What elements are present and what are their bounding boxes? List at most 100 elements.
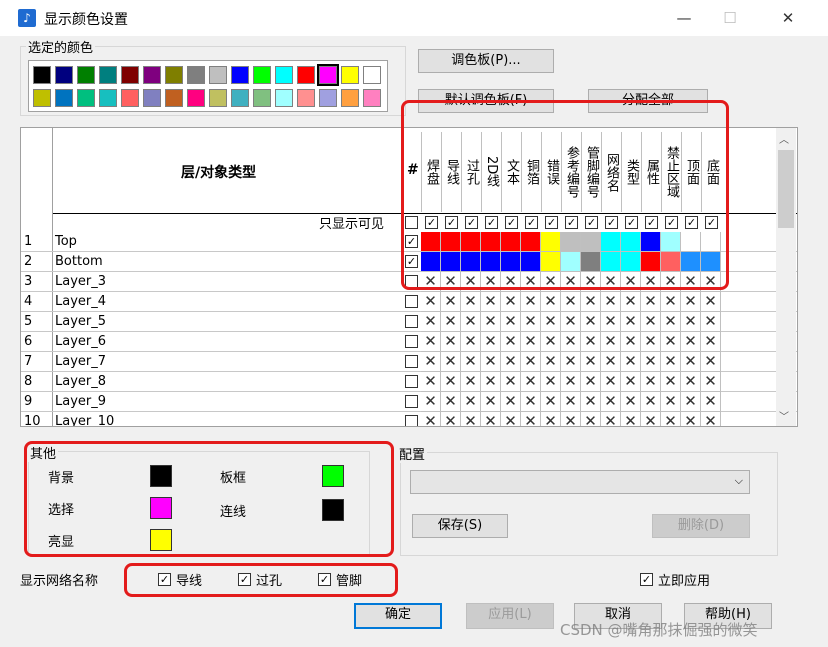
palette-button[interactable]: 调色板(P)...: [418, 49, 554, 73]
color-swatch[interactable]: [363, 89, 381, 107]
color-swatch[interactable]: [33, 89, 51, 107]
color-cell[interactable]: ✕: [601, 332, 621, 352]
color-cell[interactable]: ✕: [661, 332, 681, 352]
color-cell[interactable]: ✕: [621, 412, 641, 426]
color-swatch[interactable]: [77, 89, 95, 107]
color-cell[interactable]: ✕: [421, 372, 441, 392]
color-cell[interactable]: ✕: [621, 352, 641, 372]
maximize-button[interactable]: ☐: [710, 6, 750, 30]
color-cell[interactable]: ✕: [581, 312, 601, 332]
color-swatch[interactable]: [121, 66, 139, 84]
color-swatch[interactable]: [99, 66, 117, 84]
color-cell[interactable]: ✕: [661, 372, 681, 392]
apply-button[interactable]: 应用(L): [466, 603, 554, 629]
color-cell[interactable]: ✕: [701, 352, 721, 372]
color-cell[interactable]: ✕: [681, 392, 701, 412]
color-cell[interactable]: ✕: [441, 292, 461, 312]
color-cell[interactable]: ✕: [621, 392, 641, 412]
close-button[interactable]: ✕: [768, 6, 808, 30]
color-cell[interactable]: ✕: [701, 292, 721, 312]
scroll-thumb[interactable]: [778, 150, 794, 228]
color-swatch[interactable]: [209, 89, 227, 107]
color-swatch[interactable]: [165, 89, 183, 107]
color-cell[interactable]: ✕: [501, 392, 521, 412]
color-cell[interactable]: ✕: [521, 392, 541, 412]
color-cell[interactable]: ✕: [421, 312, 441, 332]
color-swatch[interactable]: [55, 89, 73, 107]
layer-visible-checkbox[interactable]: [405, 315, 418, 328]
color-cell[interactable]: ✕: [541, 412, 561, 426]
color-cell[interactable]: ✕: [621, 292, 641, 312]
color-swatch[interactable]: [77, 66, 95, 84]
color-cell[interactable]: ✕: [441, 392, 461, 412]
color-cell[interactable]: ✕: [481, 412, 501, 426]
color-swatch[interactable]: [319, 89, 337, 107]
color-cell[interactable]: ✕: [481, 292, 501, 312]
color-cell[interactable]: ✕: [501, 352, 521, 372]
color-cell[interactable]: ✕: [601, 292, 621, 312]
color-cell[interactable]: ✕: [461, 412, 481, 426]
color-swatch[interactable]: [187, 66, 205, 84]
color-cell[interactable]: ✕: [561, 292, 581, 312]
color-swatch[interactable]: [55, 66, 73, 84]
color-cell[interactable]: ✕: [541, 332, 561, 352]
color-cell[interactable]: ✕: [601, 412, 621, 426]
color-cell[interactable]: ✕: [681, 352, 701, 372]
color-swatch[interactable]: [231, 66, 249, 84]
color-cell[interactable]: ✕: [481, 332, 501, 352]
color-swatch[interactable]: [165, 66, 183, 84]
layer-visible-checkbox[interactable]: [405, 395, 418, 408]
color-cell[interactable]: ✕: [541, 312, 561, 332]
color-swatch[interactable]: [253, 89, 271, 107]
color-cell[interactable]: ✕: [701, 332, 721, 352]
color-cell[interactable]: ✕: [501, 312, 521, 332]
color-cell[interactable]: ✕: [681, 332, 701, 352]
color-cell[interactable]: ✕: [641, 332, 661, 352]
color-swatch[interactable]: [363, 66, 381, 84]
color-cell[interactable]: ✕: [581, 412, 601, 426]
color-cell[interactable]: ✕: [541, 292, 561, 312]
color-cell[interactable]: ✕: [461, 352, 481, 372]
color-cell[interactable]: ✕: [521, 412, 541, 426]
color-cell[interactable]: ✕: [541, 352, 561, 372]
color-swatch[interactable]: [187, 89, 205, 107]
color-cell[interactable]: ✕: [641, 392, 661, 412]
color-cell[interactable]: ✕: [621, 332, 641, 352]
color-cell[interactable]: ✕: [561, 332, 581, 352]
color-cell[interactable]: ✕: [441, 312, 461, 332]
color-cell[interactable]: ✕: [521, 352, 541, 372]
color-cell[interactable]: ✕: [441, 372, 461, 392]
color-swatch[interactable]: [275, 66, 293, 84]
color-swatch[interactable]: [121, 89, 139, 107]
layer-visible-checkbox[interactable]: [405, 415, 418, 426]
color-swatch[interactable]: [275, 89, 293, 107]
color-cell[interactable]: ✕: [461, 372, 481, 392]
color-cell[interactable]: ✕: [681, 412, 701, 426]
color-cell[interactable]: ✕: [461, 312, 481, 332]
color-cell[interactable]: ✕: [621, 312, 641, 332]
color-cell[interactable]: ✕: [481, 352, 501, 372]
color-cell[interactable]: ✕: [561, 372, 581, 392]
color-cell[interactable]: ✕: [441, 412, 461, 426]
color-cell[interactable]: ✕: [521, 372, 541, 392]
config-select[interactable]: ⌵: [410, 470, 750, 494]
color-cell[interactable]: ✕: [441, 352, 461, 372]
color-cell[interactable]: ✕: [661, 312, 681, 332]
color-cell[interactable]: ✕: [421, 412, 441, 426]
color-cell[interactable]: ✕: [601, 352, 621, 372]
color-cell[interactable]: ✕: [561, 392, 581, 412]
apply-now-checkbox[interactable]: ✓: [640, 573, 653, 586]
grid-scrollbar[interactable]: ︿ ﹀: [776, 128, 796, 426]
color-cell[interactable]: ✕: [701, 372, 721, 392]
color-cell[interactable]: ✕: [641, 372, 661, 392]
color-cell[interactable]: ✕: [641, 412, 661, 426]
delete-button[interactable]: 删除(D): [652, 514, 750, 538]
color-cell[interactable]: ✕: [421, 392, 441, 412]
color-swatch[interactable]: [297, 89, 315, 107]
color-cell[interactable]: ✕: [661, 352, 681, 372]
color-cell[interactable]: ✕: [581, 332, 601, 352]
color-cell[interactable]: ✕: [561, 412, 581, 426]
color-cell[interactable]: ✕: [501, 372, 521, 392]
color-cell[interactable]: ✕: [461, 332, 481, 352]
color-cell[interactable]: ✕: [541, 392, 561, 412]
